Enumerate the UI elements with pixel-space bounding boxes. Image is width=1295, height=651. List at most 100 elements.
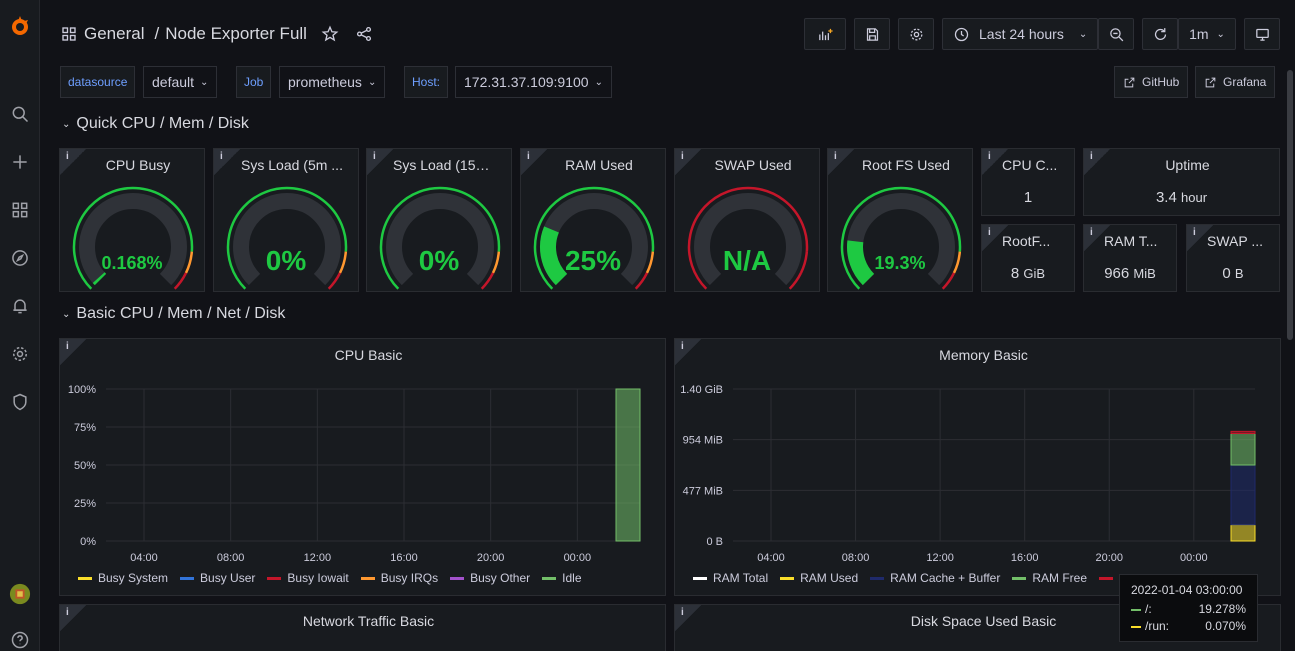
chevron-down-icon: ⌄ (62, 308, 71, 320)
series-area-series[interactable] (1230, 430, 1256, 435)
search-icon[interactable] (8, 102, 32, 126)
legend-item[interactable]: RAM Free (1012, 571, 1087, 585)
series-area-ram-used[interactable] (1230, 524, 1256, 542)
chevron-down-icon: ⌄ (62, 118, 71, 130)
x-tick-label: 20:00 (1095, 552, 1123, 564)
gear-icon (910, 28, 922, 40)
gauge-panel-root-fs-used[interactable]: i Root FS Used 19.3% (827, 148, 973, 292)
stat-panel-rootfs-total[interactable]: i RootF... 8 GiB (981, 224, 1075, 292)
kiosk-mode-button[interactable] (1244, 18, 1280, 50)
grafana-link[interactable]: Grafana (1195, 66, 1276, 98)
x-tick-label: 16:00 (1011, 552, 1039, 564)
share-icon[interactable] (355, 25, 373, 43)
panel-title: SWAP ... (1207, 233, 1264, 249)
panel-network-traffic-basic[interactable]: i Network Traffic Basic (59, 604, 666, 651)
add-panel-icon (818, 28, 833, 40)
grafana-logo-icon[interactable] (8, 14, 32, 38)
legend-item[interactable]: Idle (542, 571, 582, 585)
refresh-button[interactable] (1142, 18, 1178, 50)
save-dashboard-button[interactable] (854, 18, 890, 50)
legend-item[interactable]: Busy System (78, 571, 168, 585)
dashboards-icon[interactable] (8, 198, 32, 222)
gauge-value: 0.168% (101, 253, 163, 273)
chevron-down-icon: ⌄ (200, 76, 209, 88)
stat-value: 8 GiB (1010, 265, 1046, 282)
bell-icon[interactable] (8, 294, 32, 318)
series-area-idle[interactable] (615, 388, 641, 542)
compass-icon[interactable] (8, 246, 32, 270)
legend-swatch (450, 576, 465, 580)
series-area-ram-cache-buffer[interactable] (1230, 464, 1256, 526)
scrollbar[interactable] (1287, 70, 1293, 340)
variable-select-datasource[interactable]: default ⌄ (143, 66, 218, 98)
row-title-label: Quick CPU / Mem / Disk (76, 115, 249, 132)
x-tick-label: 04:00 (130, 552, 158, 564)
tooltip-time: 2022-01-04 03:00:00 (1131, 583, 1243, 597)
gauge-panel-sys-load-5m[interactable]: i Sys Load (5m ... 0% (213, 148, 359, 292)
legend-item[interactable]: RAM Total (693, 571, 768, 585)
variable-select-job[interactable]: prometheus ⌄ (279, 66, 386, 98)
gauge-value: 25% (564, 245, 622, 276)
legend-item[interactable]: Busy Iowait (267, 571, 349, 585)
gauge-value: 19.3% (874, 253, 926, 273)
legend-item[interactable]: RAM Used (780, 571, 858, 585)
gear-icon[interactable] (8, 342, 32, 366)
dashboards-icon (60, 25, 78, 43)
stat-panel-swap-total[interactable]: i SWAP ... 0 B (1186, 224, 1280, 292)
chart-legend: RAM Total RAM Used RAM Cache + Buffer RAM F… (693, 571, 1114, 585)
stat-panel-cpu-cores[interactable]: i CPU C... 1 (981, 148, 1075, 216)
gauge-panel-ram-used[interactable]: i RAM Used 25% (520, 148, 666, 292)
legend-item[interactable]: Busy User (180, 571, 255, 585)
panel-title: Network Traffic Basic (302, 613, 435, 629)
refresh-interval-label: 1m (1189, 26, 1209, 42)
star-icon[interactable] (321, 25, 339, 43)
cpu-basic-chart[interactable]: 100% 75% 50% 25% 0% 04:00 08:00 12:00 16:00 20:00… (60, 375, 665, 575)
panel-cpu-basic[interactable]: i CPU Basic 100% 75% 50% 25% 0% 04:00 08:00 12:… (59, 338, 666, 596)
stat-panel-ram-total[interactable]: i RAM T... 966 MiB (1083, 224, 1177, 292)
plus-icon[interactable] (8, 150, 32, 174)
variable-label-datasource: datasource (60, 66, 136, 98)
github-link-label: GitHub (1142, 75, 1180, 89)
row-title-label: Basic CPU / Mem / Net / Disk (76, 305, 286, 322)
legend-label: RAM Cache + Buffer (890, 571, 1001, 585)
gauge-panel-swap-used[interactable]: i SWAP Used N/A (674, 148, 820, 292)
memory-basic-chart[interactable]: 1.40 GiB 954 MiB 477 MiB 0 B 04:00 08:00 12:00… (675, 375, 1280, 575)
variable-value: 172.31.37.109:9100 (464, 74, 589, 90)
series-area-ram-free[interactable] (1230, 433, 1256, 466)
dashboard-settings-button[interactable] (898, 18, 934, 50)
x-tick-label: 04:00 (757, 552, 785, 564)
dashboard-title[interactable]: Node Exporter Full (165, 24, 307, 44)
help-icon[interactable] (8, 628, 32, 651)
clock-icon (954, 27, 969, 41)
legend-label: Busy Other (470, 571, 531, 585)
legend-item[interactable]: Busy Other (450, 571, 530, 585)
zoom-out-button[interactable] (1098, 18, 1134, 50)
legend-swatch (180, 576, 195, 580)
legend-item[interactable]: RAM Cache + Buffer (870, 571, 1000, 585)
legend-swatch (780, 576, 795, 580)
refresh-interval-picker[interactable]: 1m ⌄ (1178, 18, 1236, 50)
gauge-panel-sys-load-15m[interactable]: i Sys Load (15m... 0% (366, 148, 512, 292)
legend-label: Idle (562, 571, 582, 585)
row-quick-cpu[interactable]: ⌄ Quick CPU / Mem / Disk (62, 115, 249, 133)
row-basic-cpu[interactable]: ⌄ Basic CPU / Mem / Net / Disk (62, 305, 285, 323)
legend-label: RAM Used (800, 571, 859, 585)
grafana-link-label: Grafana (1223, 75, 1267, 89)
add-panel-button[interactable] (804, 18, 846, 50)
github-link[interactable]: GitHub (1114, 66, 1189, 98)
legend-swatch (360, 576, 375, 580)
panel-memory-basic[interactable]: i Memory Basic 1.40 GiB 954 MiB 477 MiB 0 B… (674, 338, 1281, 596)
chevron-down-icon: ⌄ (1078, 28, 1088, 40)
variable-value: default (152, 74, 195, 90)
tooltip-row: /: 19.278% (1131, 602, 1246, 616)
time-range-picker[interactable]: Last 24 hours ⌄ (942, 18, 1098, 50)
legend-item[interactable] (1099, 571, 1114, 585)
breadcrumb-folder[interactable]: General (84, 24, 144, 44)
shield-icon[interactable] (8, 390, 32, 414)
stat-panel-uptime[interactable]: i Uptime 3.4 hour (1083, 148, 1280, 216)
chevron-down-icon: ⌄ (367, 76, 377, 88)
avatar[interactable] (8, 582, 32, 606)
variable-select-host[interactable]: 172.31.37.109:9100 ⌄ (455, 66, 612, 98)
gauge-panel-cpu-busy[interactable]: i CPU Busy 0.168% (59, 148, 205, 292)
legend-item[interactable]: Busy IRQs (360, 571, 438, 585)
